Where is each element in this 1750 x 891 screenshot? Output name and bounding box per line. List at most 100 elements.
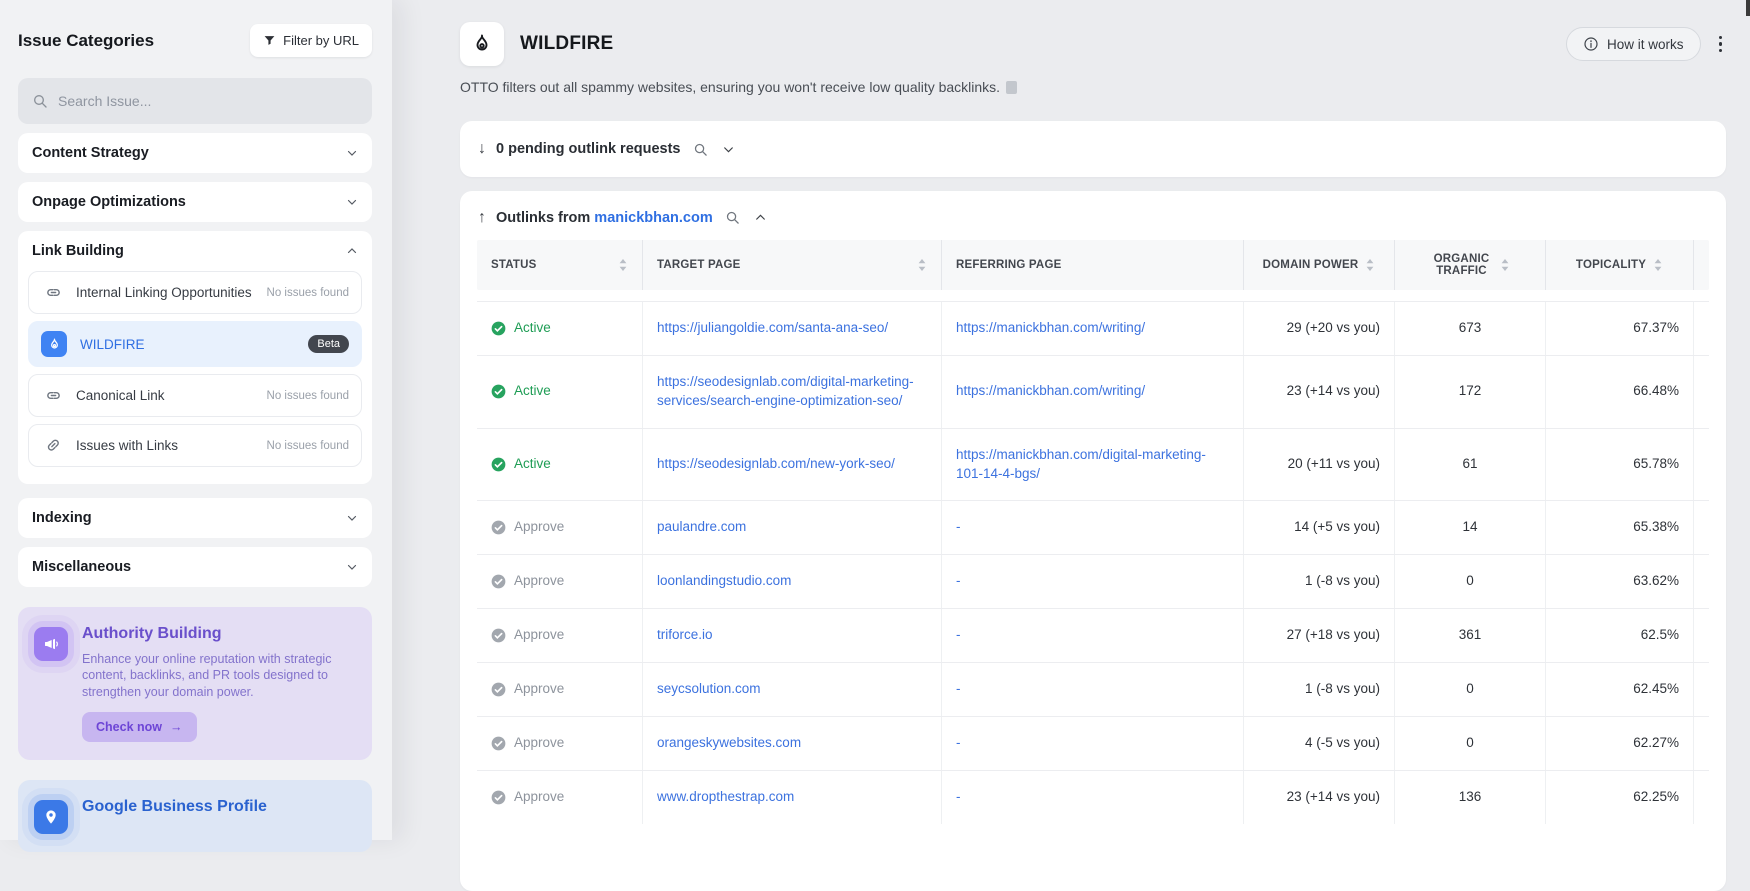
column-header-status[interactable]: STATUS	[477, 240, 643, 290]
referring-page-link[interactable]: -	[956, 680, 961, 699]
sidebar-item-issues-with-links[interactable]: Issues with Links No issues found	[28, 424, 362, 467]
check-circle-icon	[491, 457, 506, 472]
pending-requests-label: 0 pending outlink requests	[496, 141, 681, 157]
miscellaneous-label: Miscellaneous	[32, 559, 131, 575]
outlinks-domain-link[interactable]: manickbhan.com	[594, 210, 712, 226]
organic-traffic-value: 361	[1395, 609, 1546, 662]
chevron-up-icon[interactable]	[752, 209, 769, 226]
outlinks-header-label: Outlinks from manickbhan.com	[496, 210, 713, 226]
chevron-down-icon	[346, 147, 358, 159]
column-header-organic-traffic[interactable]: ORGANIC TRAFFIC	[1395, 240, 1546, 290]
check-circle-icon	[491, 574, 506, 589]
window-scrollbar[interactable]	[1746, 0, 1750, 16]
target-page-link[interactable]: paulandre.com	[657, 518, 746, 537]
domain-power-value: 4 (-5 vs you)	[1244, 717, 1395, 770]
sort-icon[interactable]	[1365, 258, 1375, 272]
copy-icon[interactable]	[1006, 81, 1017, 94]
table-row: Approve triforce.io - 27 (+18 vs you) 36…	[477, 608, 1709, 662]
wildfire-main-panel: WILDFIRE How it works OTTO filters out a…	[392, 0, 1750, 840]
google-business-profile-title: Google Business Profile	[82, 798, 267, 816]
target-page-link[interactable]: https://seodesignlab.com/new-york-seo/	[657, 455, 895, 474]
filter-by-url-button[interactable]: Filter by URL	[250, 24, 372, 57]
referring-page-link[interactable]: https://manickbhan.com/writing/	[956, 382, 1145, 401]
search-icon[interactable]	[723, 208, 742, 227]
sidebar-item-onpage-optimizations[interactable]: Onpage Optimizations	[18, 182, 372, 222]
organic-traffic-value: 673	[1395, 302, 1546, 355]
column-header-spacer	[1694, 240, 1722, 290]
sidebar-item-content-strategy[interactable]: Content Strategy	[18, 133, 372, 173]
search-issue-input[interactable]	[58, 93, 358, 109]
target-page-link[interactable]: https://juliangoldie.com/santa-ana-seo/	[657, 319, 888, 338]
sidebar-item-wildfire[interactable]: WILDFIRE Beta	[28, 321, 362, 367]
referring-page-link[interactable]: -	[956, 788, 961, 807]
column-header-topicality[interactable]: TOPICALITY	[1546, 240, 1694, 290]
issue-search[interactable]	[18, 78, 372, 124]
outlinks-card: ↑ Outlinks from manickbhan.com STATUS TA…	[460, 191, 1726, 891]
issues-with-links-status: No issues found	[267, 440, 349, 452]
organic-traffic-value: 0	[1395, 555, 1546, 608]
sort-icon[interactable]	[1653, 258, 1663, 272]
link-icon	[41, 284, 65, 301]
status-label: Active	[514, 455, 551, 474]
beta-badge: Beta	[308, 335, 349, 353]
organic-traffic-value: 14	[1395, 501, 1546, 554]
link-icon	[41, 387, 65, 404]
chevron-up-icon	[346, 245, 358, 257]
pending-outlink-requests-bar[interactable]: ↓ 0 pending outlink requests	[460, 121, 1726, 177]
domain-power-value: 27 (+18 vs you)	[1244, 609, 1395, 662]
target-page-link[interactable]: https://seodesignlab.com/digital-marketi…	[657, 373, 927, 411]
target-page-link[interactable]: orangeskywebsites.com	[657, 734, 801, 753]
sidebar-item-indexing[interactable]: Indexing	[18, 498, 372, 538]
link-building-label: Link Building	[32, 243, 124, 259]
search-icon[interactable]	[691, 140, 710, 159]
referring-page-link[interactable]: -	[956, 626, 961, 645]
referring-page-link[interactable]: -	[956, 572, 961, 591]
domain-power-value: 1 (-8 vs you)	[1244, 663, 1395, 716]
check-circle-icon	[491, 520, 506, 535]
how-it-works-button[interactable]: How it works	[1566, 27, 1701, 61]
chevron-down-icon	[346, 196, 358, 208]
target-page-link[interactable]: www.dropthestrap.com	[657, 788, 794, 807]
internal-linking-status: No issues found	[267, 287, 349, 299]
column-header-referring-page[interactable]: REFERRING PAGE	[942, 240, 1244, 290]
organic-traffic-value: 61	[1395, 429, 1546, 501]
check-circle-icon	[491, 736, 506, 751]
table-row: Active https://seodesignlab.com/digital-…	[477, 355, 1709, 428]
referring-page-link[interactable]: -	[956, 734, 961, 753]
sort-icon[interactable]	[917, 258, 927, 272]
status-label: Active	[514, 382, 551, 401]
onpage-optimizations-label: Onpage Optimizations	[32, 194, 186, 210]
referring-page-link[interactable]: https://manickbhan.com/digital-marketing…	[956, 446, 1229, 484]
check-now-button[interactable]: Check now →	[82, 712, 197, 742]
sidebar-item-canonical-link[interactable]: Canonical Link No issues found	[28, 374, 362, 417]
check-circle-icon	[491, 384, 506, 399]
link-building-section: Link Building Internal Linking Opportuni…	[18, 231, 372, 484]
topicality-value: 62.25%	[1546, 771, 1694, 824]
domain-power-value: 1 (-8 vs you)	[1244, 555, 1395, 608]
target-page-link[interactable]: triforce.io	[657, 626, 713, 645]
referring-page-link[interactable]: -	[956, 518, 961, 537]
topicality-value: 67.37%	[1546, 302, 1694, 355]
indexing-label: Indexing	[32, 510, 92, 526]
column-header-target-page[interactable]: TARGET PAGE	[643, 240, 942, 290]
column-header-domain-power[interactable]: DOMAIN POWER	[1244, 240, 1395, 290]
organic-traffic-value: 0	[1395, 663, 1546, 716]
target-page-link[interactable]: loonlandingstudio.com	[657, 572, 791, 591]
location-pin-icon	[34, 800, 68, 834]
chevron-down-icon	[346, 512, 358, 524]
sidebar-item-internal-linking[interactable]: Internal Linking Opportunities No issues…	[28, 271, 362, 314]
authority-building-description: Enhance your online reputation with stra…	[82, 651, 356, 700]
sidebar-item-miscellaneous[interactable]: Miscellaneous	[18, 547, 372, 587]
kebab-menu-icon[interactable]	[1715, 32, 1727, 57]
table-row: Approve www.dropthestrap.com - 23 (+14 v…	[477, 770, 1709, 824]
sidebar-item-link-building[interactable]: Link Building	[18, 231, 372, 271]
referring-page-link[interactable]: https://manickbhan.com/writing/	[956, 319, 1145, 338]
outlinks-prefix: Outlinks from	[496, 210, 590, 226]
target-page-link[interactable]: seycsolution.com	[657, 680, 761, 699]
sort-icon[interactable]	[618, 258, 628, 272]
sort-icon[interactable]	[1500, 258, 1510, 272]
domain-power-value: 23 (+14 vs you)	[1244, 356, 1395, 428]
organic-traffic-value: 136	[1395, 771, 1546, 824]
authority-building-promo: Authority Building Enhance your online r…	[18, 607, 372, 760]
chevron-down-icon[interactable]	[720, 141, 737, 158]
